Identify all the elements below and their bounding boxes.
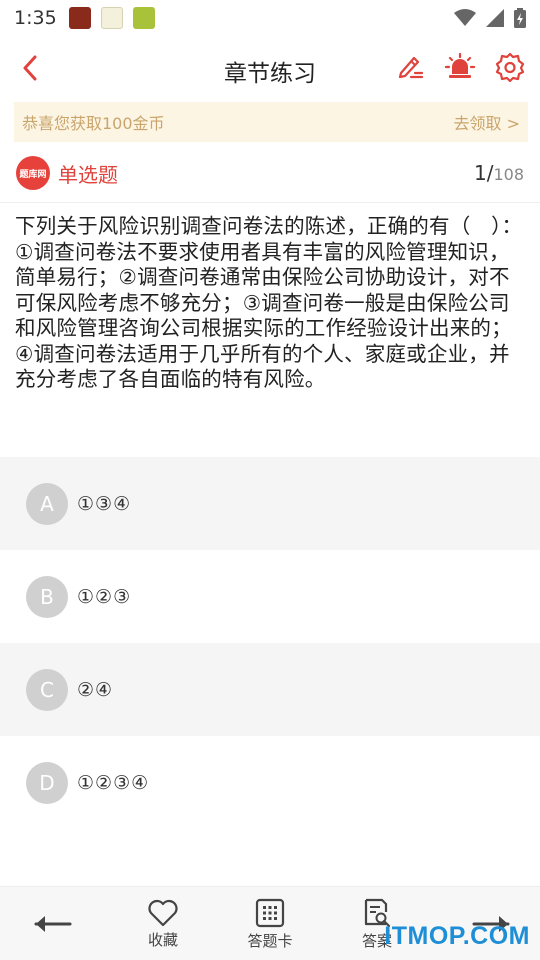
question-text: 下列关于风险识别调查问卷法的陈述，正确的有（ ）：①调查问卷法不要求使用者具有丰… xyxy=(15,214,523,391)
coin-reward-banner[interactable]: 恭喜您获取100金币 去领取 > xyxy=(14,102,528,142)
reward-message: 恭喜您获取100金币 xyxy=(22,114,165,133)
current-question-number: 1 xyxy=(473,161,487,185)
top-app-bar: 章节练习 xyxy=(0,36,540,100)
night-mode-icon xyxy=(445,52,475,78)
option-letter-badge: D xyxy=(26,761,68,804)
answer-card-label: 答题卡 xyxy=(247,931,293,950)
app-icon xyxy=(100,7,123,29)
option-text: ①②③④ xyxy=(77,771,150,794)
status-time: 1:35 xyxy=(14,7,57,29)
back-button[interactable] xyxy=(14,52,46,84)
option-text: ①②③ xyxy=(77,585,132,608)
option-text: ①③④ xyxy=(77,492,132,515)
wifi-icon xyxy=(454,9,476,26)
favorite-label: 收藏 xyxy=(147,930,178,949)
question-type-label: 单选题 xyxy=(58,162,118,187)
divider xyxy=(0,202,540,203)
option-b[interactable]: B ①②③ xyxy=(0,550,540,643)
option-c[interactable]: C ②④ xyxy=(0,643,540,736)
app-icon xyxy=(132,7,155,29)
answer-card-button[interactable]: 答题卡 xyxy=(238,887,302,960)
edit-icon xyxy=(398,56,424,79)
status-app-icons xyxy=(68,7,155,29)
header-actions xyxy=(394,50,526,84)
status-bar: 1:35 xyxy=(0,0,540,36)
edit-button[interactable] xyxy=(394,50,426,84)
option-text: ②④ xyxy=(77,678,114,701)
answer-card-grid-icon xyxy=(255,898,285,927)
signal-icon xyxy=(486,9,504,27)
option-letter-badge: C xyxy=(26,668,68,711)
site-watermark: ITMOP.COM xyxy=(384,922,530,950)
back-icon xyxy=(23,55,37,81)
night-mode-button[interactable] xyxy=(444,50,476,84)
option-letter-badge: B xyxy=(26,575,68,618)
progress-separator: / xyxy=(486,161,494,185)
question-progress: 1 / 108 xyxy=(474,161,524,185)
option-letter-badge: A xyxy=(26,482,68,525)
battery-icon xyxy=(514,8,526,28)
site-logo: 题库网 xyxy=(16,156,50,190)
option-d[interactable]: D ①②③④ xyxy=(0,736,540,829)
favorite-button[interactable]: 收藏 xyxy=(133,887,193,960)
option-a[interactable]: A ①③④ xyxy=(0,457,540,550)
total-question-count: 108 xyxy=(493,165,524,184)
app-icon xyxy=(68,7,91,29)
heart-icon xyxy=(148,899,178,926)
claim-reward-link[interactable]: 去领取 > xyxy=(454,110,521,134)
arrow-left-icon xyxy=(34,916,72,932)
status-indicators xyxy=(454,8,526,28)
question-meta-row: 题库网 单选题 1 / 108 xyxy=(0,150,540,196)
previous-question-button[interactable] xyxy=(28,887,78,960)
settings-icon xyxy=(495,52,525,82)
settings-button[interactable] xyxy=(494,50,526,84)
